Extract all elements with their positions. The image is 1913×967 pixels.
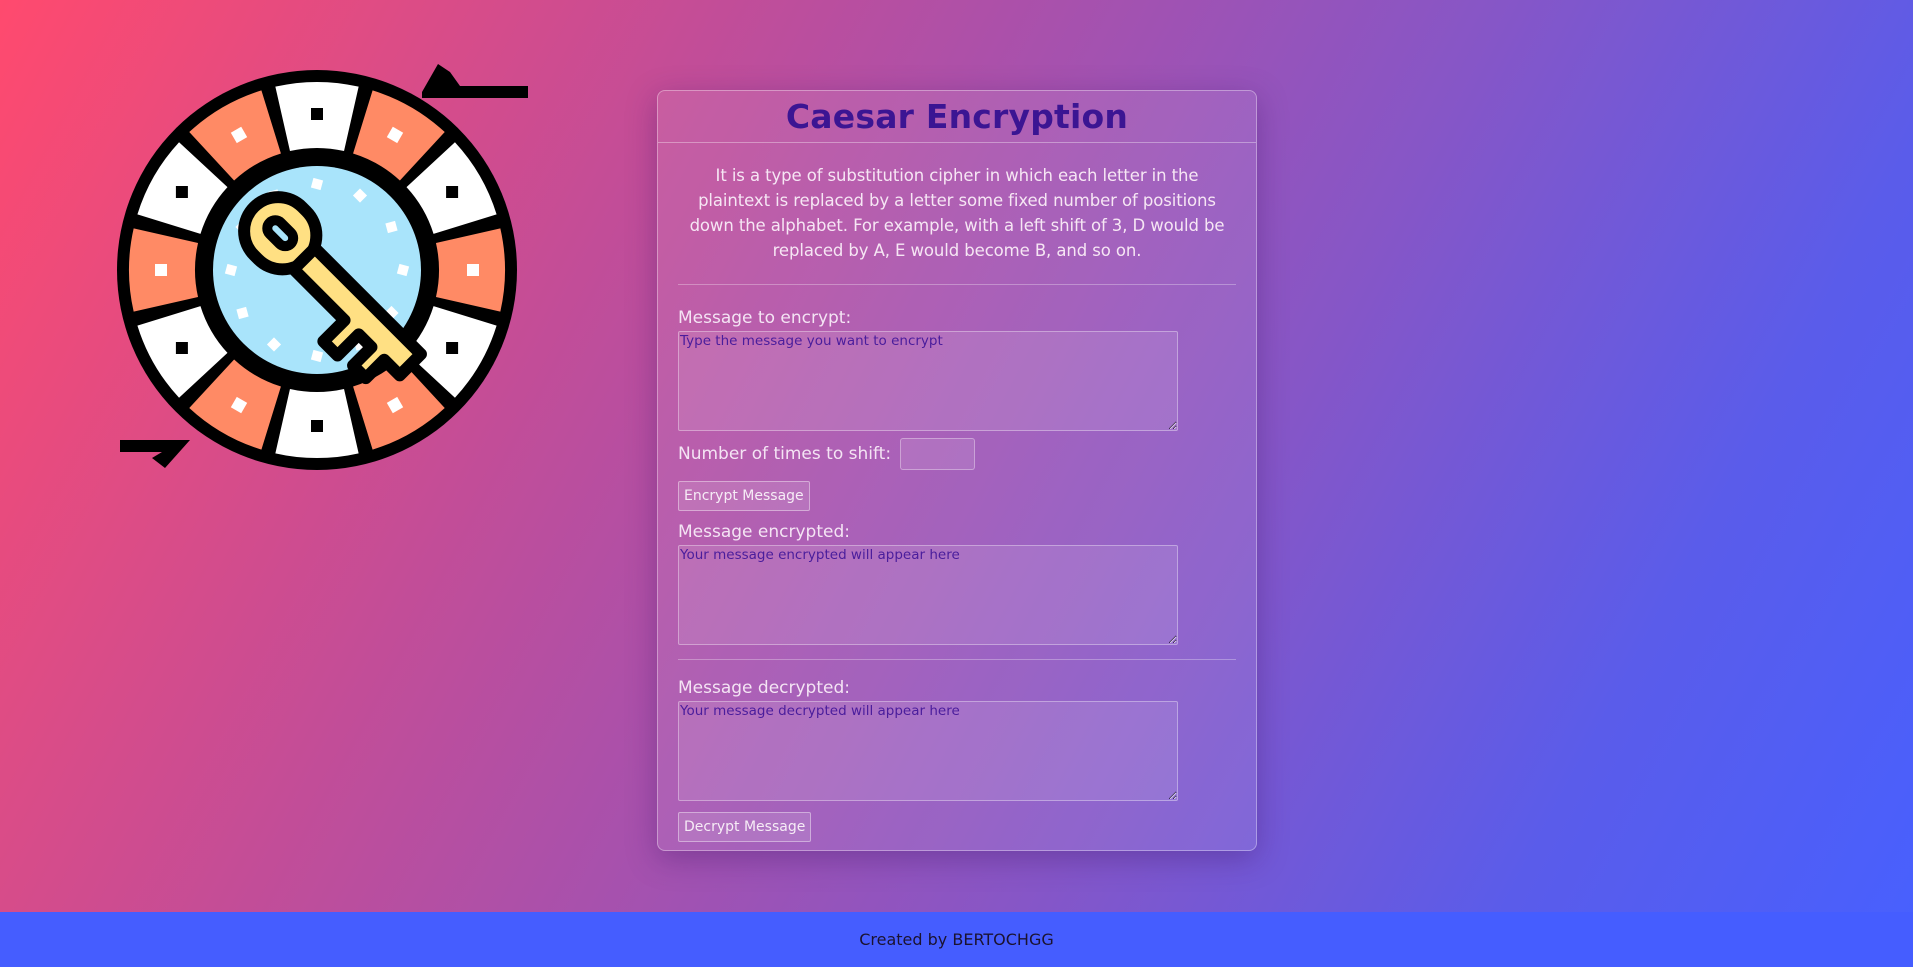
encrypted-message-output[interactable] [678, 545, 1178, 645]
footer-credit: Created by BERTOCHGG [859, 930, 1054, 949]
decrypt-button[interactable]: Decrypt Message [678, 812, 812, 842]
wheel-segment-dot [175, 342, 188, 354]
wheel-segment-dot [446, 342, 459, 354]
wheel-segment-dot [311, 108, 323, 120]
wheel-segment-dot [446, 186, 459, 198]
encrypt-message-label: Message to encrypt: [678, 308, 852, 328]
encrypt-button[interactable]: Encrypt Message [678, 481, 810, 511]
divider [678, 659, 1236, 660]
decrypted-message-output[interactable] [678, 701, 1178, 801]
wheel-segment-dot [467, 264, 479, 276]
page-title: Caesar Encryption [785, 97, 1129, 136]
encrypted-message-label: Message encrypted: [678, 522, 850, 542]
decrypted-message-label: Message decrypted: [678, 678, 850, 698]
wheel-segment-dot [155, 264, 167, 276]
card-body: It is a type of substitution cipher in w… [658, 143, 1256, 842]
caesar-card: Caesar Encryption It is a type of substi… [657, 90, 1257, 851]
footer: Created by BERTOCHGG [0, 912, 1913, 967]
shift-input[interactable] [900, 438, 976, 470]
arrow-top-icon [422, 64, 528, 98]
shift-row: Number of times to shift: [678, 438, 1236, 470]
shift-label: Number of times to shift: [678, 444, 892, 464]
wheel-segment-dot [175, 186, 188, 198]
wheel-segment-dot [311, 420, 323, 432]
encrypt-message-input[interactable] [678, 331, 1178, 431]
cipher-description: It is a type of substitution cipher in w… [678, 143, 1236, 285]
card-header: Caesar Encryption [658, 91, 1256, 143]
arrow-bottom-icon [120, 440, 190, 468]
caesar-cipher-key-wheel-icon [117, 64, 528, 470]
